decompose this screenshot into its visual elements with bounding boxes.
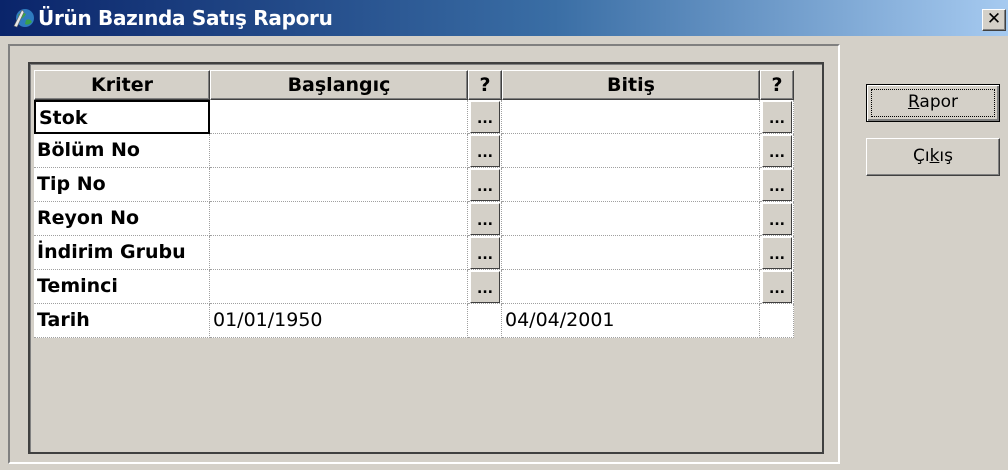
start-value-cell[interactable] bbox=[210, 100, 468, 134]
column-header-q2[interactable]: ? bbox=[760, 70, 794, 100]
end-lookup-button[interactable]: ... bbox=[762, 101, 792, 133]
start-lookup-button[interactable]: ... bbox=[470, 237, 500, 269]
end-value-cell[interactable] bbox=[502, 270, 760, 304]
start-lookup-button[interactable]: ... bbox=[470, 169, 500, 201]
start-value-cell[interactable] bbox=[210, 270, 468, 304]
end-lookup-button[interactable]: ... bbox=[762, 237, 792, 269]
cikis-button[interactable]: Çıkış bbox=[866, 138, 1000, 176]
end-value-cell[interactable] bbox=[502, 100, 760, 134]
start-value-cell[interactable] bbox=[210, 236, 468, 270]
start-lookup-button[interactable]: ... bbox=[470, 203, 500, 235]
start-lookup-button[interactable]: ... bbox=[470, 101, 500, 133]
start-value-cell[interactable] bbox=[210, 202, 468, 236]
cikis-label: Çıkış bbox=[912, 146, 954, 166]
rapor-label: Rapor bbox=[907, 92, 959, 112]
globe-app-icon bbox=[13, 9, 34, 28]
criteria-label[interactable]: Tarih bbox=[34, 304, 210, 338]
start-lookup-button[interactable]: ... bbox=[470, 135, 500, 167]
close-button[interactable]: ✕ bbox=[982, 9, 1006, 31]
title-bar[interactable]: Ürün Bazında Satış Raporu ✕ bbox=[0, 0, 1008, 36]
end-lookup-button[interactable]: ... bbox=[762, 135, 792, 167]
end-value-cell[interactable]: 04/04/2001 bbox=[502, 304, 760, 338]
criteria-label[interactable]: Tip No bbox=[34, 168, 210, 202]
start-value-cell[interactable]: 01/01/1950 bbox=[210, 304, 468, 338]
end-lookup-button[interactable]: ... bbox=[762, 203, 792, 235]
column-header-kriter[interactable]: Kriter bbox=[34, 70, 210, 100]
end-lookup-cell bbox=[760, 304, 794, 338]
start-value-cell[interactable] bbox=[210, 134, 468, 168]
column-header-baslangic[interactable]: Başlangıç bbox=[210, 70, 468, 100]
end-value-cell[interactable] bbox=[502, 202, 760, 236]
window-title: Ürün Bazında Satış Raporu bbox=[38, 6, 333, 30]
end-value-cell[interactable] bbox=[502, 168, 760, 202]
end-lookup-button[interactable]: ... bbox=[762, 169, 792, 201]
end-value-cell[interactable] bbox=[502, 134, 760, 168]
criteria-label[interactable]: Teminci bbox=[34, 270, 210, 304]
rapor-button[interactable]: Rapor bbox=[866, 84, 1000, 122]
end-lookup-button[interactable]: ... bbox=[762, 271, 792, 303]
start-value-cell[interactable] bbox=[210, 168, 468, 202]
column-header-bitis[interactable]: Bitiş bbox=[502, 70, 760, 100]
column-header-q1[interactable]: ? bbox=[468, 70, 502, 100]
end-value-cell[interactable] bbox=[502, 236, 760, 270]
criteria-label[interactable]: Bölüm No bbox=[34, 134, 210, 168]
start-lookup-button[interactable]: ... bbox=[470, 271, 500, 303]
close-icon: ✕ bbox=[986, 9, 1002, 29]
criteria-label[interactable]: Reyon No bbox=[34, 202, 210, 236]
report-window: Ürün Bazında Satış Raporu ✕ Kriter Başlan… bbox=[0, 0, 1008, 470]
start-lookup-cell bbox=[468, 304, 502, 338]
criteria-label[interactable]: İndirim Grubu bbox=[34, 236, 210, 270]
criteria-label[interactable]: Stok bbox=[34, 100, 210, 134]
